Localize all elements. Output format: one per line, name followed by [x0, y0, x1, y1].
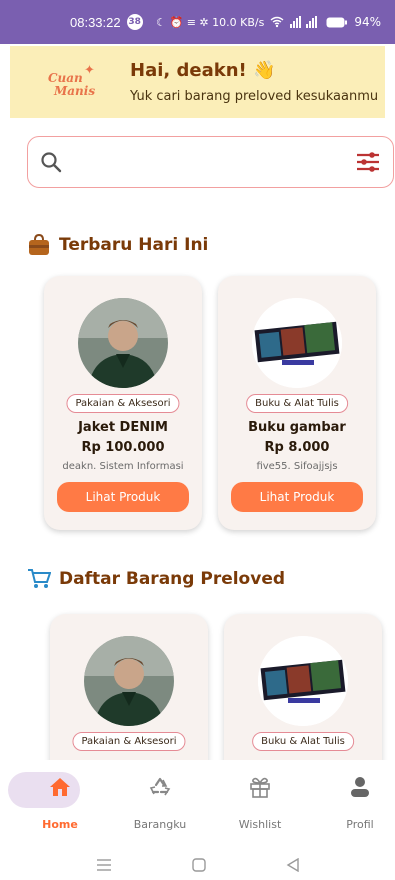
view-product-button[interactable]: Lihat Produk: [57, 482, 189, 512]
status-icons: ☾ ⏰ ≡ ✲ 10.0 KB/s 94%: [156, 15, 381, 29]
gift-icon: [250, 777, 270, 798]
section-title-today: Terbaru Hari Ini: [59, 235, 209, 255]
category-chip: Pakaian & Aksesori: [66, 394, 180, 413]
nav-label: Profil: [346, 818, 374, 831]
greeting-title: Hai, deakn! 👋: [130, 60, 276, 81]
greeting-banner: Cuan ✦ Manis Hai, deakn! 👋 Yuk cari bara…: [10, 46, 385, 118]
product-price: Rp 100.000: [81, 440, 165, 455]
product-name: Buku gambar: [248, 420, 346, 435]
product-image: [84, 636, 174, 726]
shopping-cart-icon: [28, 569, 51, 588]
greeting-subtitle: Yuk cari barang preloved kesukaanmu: [130, 89, 379, 104]
logo-sparkle-icon: ✦: [84, 63, 95, 78]
section-header-preloved: Daftar Barang Preloved: [27, 568, 285, 590]
nav-item-barangku[interactable]: Barangku: [120, 770, 200, 831]
product-image: [78, 298, 168, 388]
shopping-bag-icon: [29, 234, 49, 255]
logo-text-line1: Cuan: [48, 71, 83, 85]
status-icons-text: ☾ ⏰ ≡ ✲ 10.0 KB/s: [156, 15, 265, 29]
wifi-icon: [270, 16, 284, 28]
nav-item-home[interactable]: Home: [8, 770, 100, 831]
product-card[interactable]: Buku & Alat Tulis Buku gambar Rp 8.000 f…: [218, 276, 376, 530]
search-input[interactable]: [72, 154, 355, 170]
category-chip: Buku & Alat Tulis: [246, 394, 348, 413]
nav-label: Home: [42, 818, 78, 831]
status-time: 08:33:22: [70, 14, 121, 30]
recycle-icon: [149, 777, 171, 796]
notification-badge: 38: [126, 14, 143, 30]
nav-item-profil[interactable]: Profil: [320, 770, 395, 831]
product-image: [258, 636, 348, 726]
user-icon: [351, 777, 369, 797]
product-name: Jaket DENIM: [78, 420, 168, 435]
home-square-icon[interactable]: [191, 858, 206, 872]
category-chip: Buku & Alat Tulis: [252, 732, 354, 751]
battery-icon: [326, 17, 348, 27]
section-title-preloved: Daftar Barang Preloved: [59, 569, 286, 589]
system-navigation-bar: [0, 850, 395, 880]
category-chip: Pakaian & Aksesori: [72, 732, 186, 751]
search-bar[interactable]: [27, 136, 394, 188]
view-product-button[interactable]: Lihat Produk: [231, 482, 363, 512]
nav-item-wishlist[interactable]: Wishlist: [220, 770, 300, 831]
signal-icon: [290, 16, 318, 28]
logo-text-line2: Manis: [54, 84, 96, 98]
back-icon[interactable]: [286, 858, 300, 872]
product-seller: five55. Sifoajjsjs: [256, 461, 338, 472]
menu-icon[interactable]: [96, 858, 112, 872]
section-header-today: Terbaru Hari Ini: [27, 234, 208, 256]
battery-level: 94%: [354, 15, 381, 29]
product-price: Rp 8.000: [264, 440, 330, 455]
product-card[interactable]: Pakaian & Aksesori Jaket DENIM Rp 100.00…: [44, 276, 202, 530]
app-logo: Cuan ✦ Manis: [44, 57, 124, 107]
product-image: [252, 298, 342, 388]
home-icon: [50, 778, 70, 796]
bottom-navigation: Home Barangku Wishlist Profil: [0, 760, 395, 840]
nav-label: Barangku: [133, 818, 187, 831]
product-seller: deakn. Sistem Informasi: [62, 461, 184, 472]
status-bar: 08:33:22 38 ☾ ⏰ ≡ ✲ 10.0 KB/s 94%: [0, 0, 395, 44]
nav-label: Wishlist: [238, 818, 282, 831]
filter-sliders-icon[interactable]: [355, 151, 381, 173]
search-icon: [41, 152, 62, 173]
